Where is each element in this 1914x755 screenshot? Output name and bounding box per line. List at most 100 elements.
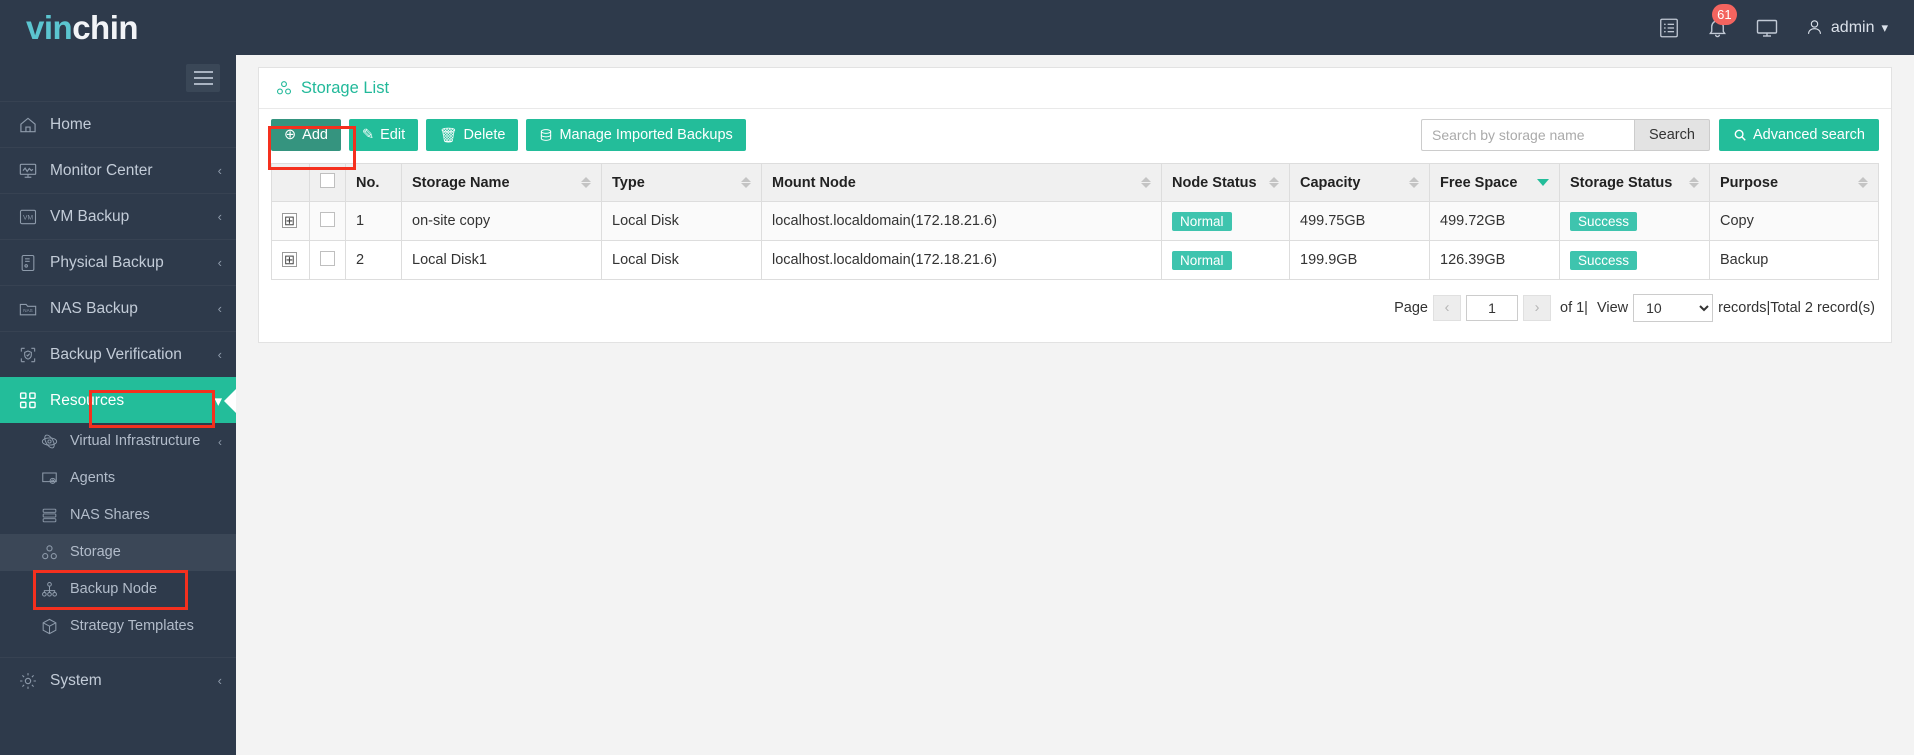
sort-arrows-icon[interactable] bbox=[1399, 177, 1419, 188]
cell-storage-name: on-site copy bbox=[401, 201, 602, 241]
list-icon[interactable] bbox=[1658, 17, 1680, 39]
status-badge: Success bbox=[1570, 250, 1638, 270]
sidebar-item-backup-verification[interactable]: Backup Verification ‹ bbox=[0, 331, 236, 377]
page-size-select[interactable]: 10 20 50 100 bbox=[1633, 294, 1714, 322]
sidebar-item-backup-node[interactable]: Backup Node bbox=[0, 571, 236, 608]
sort-arrows-icon[interactable] bbox=[731, 177, 751, 188]
search-button[interactable]: Search bbox=[1634, 119, 1710, 151]
nas-folder-icon: NAS bbox=[18, 299, 50, 319]
search-input[interactable] bbox=[1421, 119, 1634, 151]
table-row[interactable]: ⊞ 2 Local Disk1 Local Disk localhost.loc… bbox=[271, 240, 1879, 280]
select-all-checkbox[interactable] bbox=[320, 173, 335, 188]
chevron-left-icon: ‹ bbox=[217, 301, 222, 316]
add-button[interactable]: ⊕ Add bbox=[271, 119, 341, 151]
pencil-icon: ✎ bbox=[361, 127, 375, 143]
edit-button-label: Edit bbox=[380, 127, 406, 143]
cell-mount-node: localhost.localdomain(172.18.21.6) bbox=[761, 201, 1162, 241]
column-free-space[interactable]: Free Space bbox=[1429, 163, 1560, 202]
cell-free-space: 126.39GB bbox=[1429, 240, 1560, 280]
app-root: vinchin 61 admin ▾ Home Monitor Center ‹… bbox=[0, 0, 1914, 755]
sidebar-item-virtual-infrastructure[interactable]: Virtual Infrastructure ‹ bbox=[0, 423, 236, 460]
sort-arrows-icon[interactable] bbox=[1848, 177, 1868, 188]
svg-text:NAS: NAS bbox=[23, 307, 32, 312]
manage-button-label: Manage Imported Backups bbox=[559, 127, 733, 143]
sort-arrows-icon[interactable] bbox=[1527, 179, 1549, 186]
gear-icon bbox=[18, 671, 50, 691]
add-button-label: Add bbox=[302, 127, 328, 143]
expand-row-icon[interactable]: ⊞ bbox=[282, 252, 297, 267]
user-menu[interactable]: admin ▾ bbox=[1805, 18, 1888, 37]
column-label: Storage Status bbox=[1570, 174, 1673, 191]
advanced-search-button[interactable]: Advanced search bbox=[1718, 119, 1879, 151]
brand-logo-part1: vin bbox=[26, 9, 73, 46]
svg-text:VM: VM bbox=[23, 214, 33, 221]
cell-storage-status: Success bbox=[1559, 201, 1710, 241]
column-node-status[interactable]: Node Status bbox=[1161, 163, 1290, 202]
records-total-label: records|Total 2 record(s) bbox=[1718, 300, 1875, 316]
sort-arrows-icon[interactable] bbox=[1259, 177, 1279, 188]
column-capacity[interactable]: Capacity bbox=[1289, 163, 1430, 202]
sidebar-item-label: Strategy Templates bbox=[70, 618, 194, 635]
panel-body: ⊕ Add ✎ Edit 🗑 Delete Manage Imported Ba… bbox=[259, 109, 1891, 342]
bell-icon[interactable]: 61 bbox=[1706, 4, 1737, 39]
expand-row-icon[interactable]: ⊞ bbox=[282, 213, 297, 228]
prev-page-button[interactable]: ‹ bbox=[1433, 295, 1461, 321]
sidebar-item-vm-backup[interactable]: VM VM Backup ‹ bbox=[0, 193, 236, 239]
sort-arrows-icon[interactable] bbox=[571, 177, 591, 188]
edit-button[interactable]: ✎ Edit bbox=[348, 119, 419, 151]
sidebar-item-nas-backup[interactable]: NAS NAS Backup ‹ bbox=[0, 285, 236, 331]
sidebar-item-system[interactable]: System ‹ bbox=[0, 657, 236, 703]
column-label: Mount Node bbox=[772, 174, 856, 191]
row-checkbox[interactable] bbox=[320, 211, 335, 227]
column-type[interactable]: Type bbox=[601, 163, 762, 202]
sidebar-item-label: Virtual Infrastructure bbox=[70, 433, 201, 450]
chevron-down-icon: ▾ bbox=[214, 392, 222, 410]
cell-capacity: 499.75GB bbox=[1289, 201, 1430, 241]
sort-arrows-icon[interactable] bbox=[1131, 177, 1151, 188]
table-row[interactable]: ⊞ 1 on-site copy Local Disk localhost.lo… bbox=[271, 201, 1879, 241]
row-expander-cell: ⊞ bbox=[271, 240, 310, 280]
search-area: Search Advanced search bbox=[1421, 119, 1879, 151]
sidebar-item-physical-backup[interactable]: Physical Backup ‹ bbox=[0, 239, 236, 285]
sidebar-toggle-row bbox=[0, 55, 236, 101]
sidebar-item-home[interactable]: Home bbox=[0, 101, 236, 147]
column-select-all bbox=[309, 163, 346, 202]
chevron-left-icon: ‹ bbox=[217, 347, 222, 362]
row-checkbox[interactable] bbox=[320, 250, 335, 266]
sidebar-item-resources[interactable]: Resources ▾ bbox=[0, 377, 236, 423]
notification-badge: 61 bbox=[1711, 4, 1737, 25]
total-pages-label: of 1| bbox=[1560, 300, 1588, 316]
sidebar-item-agents[interactable]: Agents bbox=[0, 460, 236, 497]
sidebar-item-monitor-center[interactable]: Monitor Center ‹ bbox=[0, 147, 236, 193]
page-title: Storage List bbox=[301, 78, 390, 97]
delete-button[interactable]: 🗑 Delete bbox=[426, 119, 519, 151]
sidebar-item-storage[interactable]: Storage bbox=[0, 534, 236, 571]
sidebar-item-label: Home bbox=[50, 115, 92, 133]
manage-imported-backups-button[interactable]: Manage Imported Backups bbox=[526, 119, 746, 151]
column-storage-name[interactable]: Storage Name bbox=[401, 163, 602, 202]
sidebar-item-strategy-templates[interactable]: Strategy Templates bbox=[0, 608, 236, 645]
column-storage-status[interactable]: Storage Status bbox=[1559, 163, 1710, 202]
next-page-button[interactable]: › bbox=[1523, 295, 1551, 321]
sidebar-item-label: NAS Backup bbox=[50, 299, 138, 317]
column-no[interactable]: No. bbox=[345, 163, 402, 202]
hamburger-icon[interactable] bbox=[186, 64, 220, 92]
sidebar-item-nas-shares[interactable]: NAS Shares bbox=[0, 497, 236, 534]
row-select-cell bbox=[309, 201, 346, 241]
cell-free-space: 499.72GB bbox=[1429, 201, 1560, 241]
cell-node-status: Normal bbox=[1161, 240, 1290, 280]
brand-logo[interactable]: vinchin bbox=[0, 11, 236, 44]
column-label: Purpose bbox=[1720, 174, 1779, 191]
monitor-icon[interactable] bbox=[1755, 16, 1779, 40]
page-number-input[interactable] bbox=[1466, 295, 1518, 321]
column-purpose[interactable]: Purpose bbox=[1709, 163, 1879, 202]
column-mount-node[interactable]: Mount Node bbox=[761, 163, 1162, 202]
cell-type: Local Disk bbox=[601, 240, 762, 280]
pagination: Page ‹ › of 1| View 10 20 50 100 records… bbox=[271, 280, 1879, 330]
cell-purpose: Backup bbox=[1709, 240, 1879, 280]
toolbar: ⊕ Add ✎ Edit 🗑 Delete Manage Imported Ba… bbox=[271, 119, 1879, 151]
sort-arrows-icon[interactable] bbox=[1679, 177, 1699, 188]
column-label: Storage Name bbox=[412, 174, 510, 191]
main-content: Storage List ⊕ Add ✎ Edit 🗑 Delete Manag… bbox=[236, 55, 1914, 755]
cell-node-status: Normal bbox=[1161, 201, 1290, 241]
